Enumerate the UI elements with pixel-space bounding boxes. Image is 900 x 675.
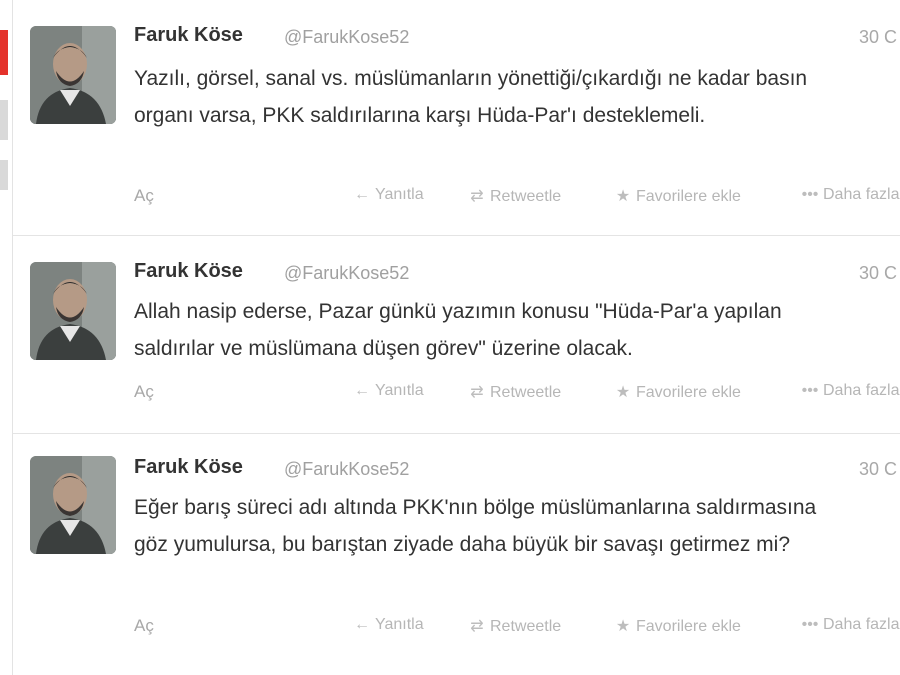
retweet-icon: ⇄ [470, 618, 484, 635]
more-button[interactable]: ••• Daha fazla [801, 186, 900, 204]
more-button[interactable]: ••• Daha fazla [801, 382, 900, 400]
favorite-button[interactable]: ★ Favorilere ekle [614, 186, 741, 206]
avatar[interactable] [30, 456, 116, 554]
expand-link[interactable]: Aç [134, 382, 154, 402]
avatar[interactable] [30, 26, 116, 124]
author-name[interactable]: Faruk Köse [134, 260, 243, 283]
retweet-label: Retweetle [490, 618, 562, 635]
tweet[interactable]: Faruk Köse @FarukKose52 30 C Eğer barış … [13, 434, 900, 675]
ellipsis-icon: ••• [801, 382, 819, 399]
favorite-button[interactable]: ★ Favorilere ekle [614, 382, 741, 402]
author-handle[interactable]: @FarukKose52 [284, 263, 409, 284]
retweet-label: Retweetle [490, 188, 562, 205]
reply-label: Yanıtla [375, 616, 424, 633]
more-label: Daha fazla [823, 186, 900, 203]
retweet-button[interactable]: ⇄ Retweetle [468, 382, 561, 402]
reply-arrow-icon: ← [354, 382, 370, 399]
star-icon: ★ [615, 618, 631, 635]
retweet-icon: ⇄ [470, 188, 484, 205]
reply-button[interactable]: ← Yanıtla [353, 382, 424, 400]
left-sidebar-edge [0, 0, 12, 675]
tweet-timestamp[interactable]: 30 C [859, 27, 897, 48]
author-handle[interactable]: @FarukKose52 [284, 27, 409, 48]
reply-label: Yanıtla [375, 382, 424, 399]
tweet-text: Eğer barış süreci adı altında PKK'nın bö… [134, 496, 817, 556]
favorite-label: Favorilere ekle [636, 384, 741, 401]
star-icon: ★ [615, 384, 631, 401]
author-name[interactable]: Faruk Köse [134, 24, 243, 47]
ellipsis-icon: ••• [801, 186, 819, 203]
more-label: Daha fazla [823, 616, 900, 633]
retweet-button[interactable]: ⇄ Retweetle [468, 186, 561, 206]
expand-link[interactable]: Aç [134, 186, 154, 206]
retweet-label: Retweetle [490, 384, 562, 401]
reply-arrow-icon: ← [354, 616, 370, 633]
tweet[interactable]: Faruk Köse @FarukKose52 30 C Yazılı, gör… [13, 0, 900, 236]
reply-button[interactable]: ← Yanıtla [353, 186, 424, 204]
tweet-timestamp[interactable]: 30 C [859, 459, 897, 480]
sidebar-mark [0, 160, 8, 190]
author-handle[interactable]: @FarukKose52 [284, 459, 409, 480]
sidebar-accent-mark [0, 30, 8, 75]
favorite-label: Favorilere ekle [636, 188, 741, 205]
tweet-timeline: Faruk Köse @FarukKose52 30 C Yazılı, gör… [12, 0, 900, 675]
sidebar-mark [0, 100, 8, 140]
profile-photo-icon [30, 262, 116, 360]
tweet-timestamp[interactable]: 30 C [859, 263, 897, 284]
author-name[interactable]: Faruk Köse [134, 456, 243, 479]
retweet-button[interactable]: ⇄ Retweetle [468, 616, 561, 636]
reply-arrow-icon: ← [354, 186, 370, 203]
favorite-button[interactable]: ★ Favorilere ekle [614, 616, 741, 636]
retweet-icon: ⇄ [470, 384, 484, 401]
more-label: Daha fazla [823, 382, 900, 399]
ellipsis-icon: ••• [801, 616, 819, 633]
tweet-text: Yazılı, görsel, sanal vs. müslümanların … [134, 67, 808, 127]
star-icon: ★ [615, 188, 631, 205]
profile-photo-icon [30, 26, 116, 124]
tweet-text: Allah nasip ederse, Pazar günkü yazımın … [134, 300, 782, 360]
avatar[interactable] [30, 262, 116, 360]
favorite-label: Favorilere ekle [636, 618, 741, 635]
reply-button[interactable]: ← Yanıtla [353, 616, 424, 634]
profile-photo-icon [30, 456, 116, 554]
tweet[interactable]: Faruk Köse @FarukKose52 30 C Allah nasip… [13, 236, 900, 434]
expand-link[interactable]: Aç [134, 616, 154, 636]
reply-label: Yanıtla [375, 186, 424, 203]
more-button[interactable]: ••• Daha fazla [801, 616, 900, 634]
